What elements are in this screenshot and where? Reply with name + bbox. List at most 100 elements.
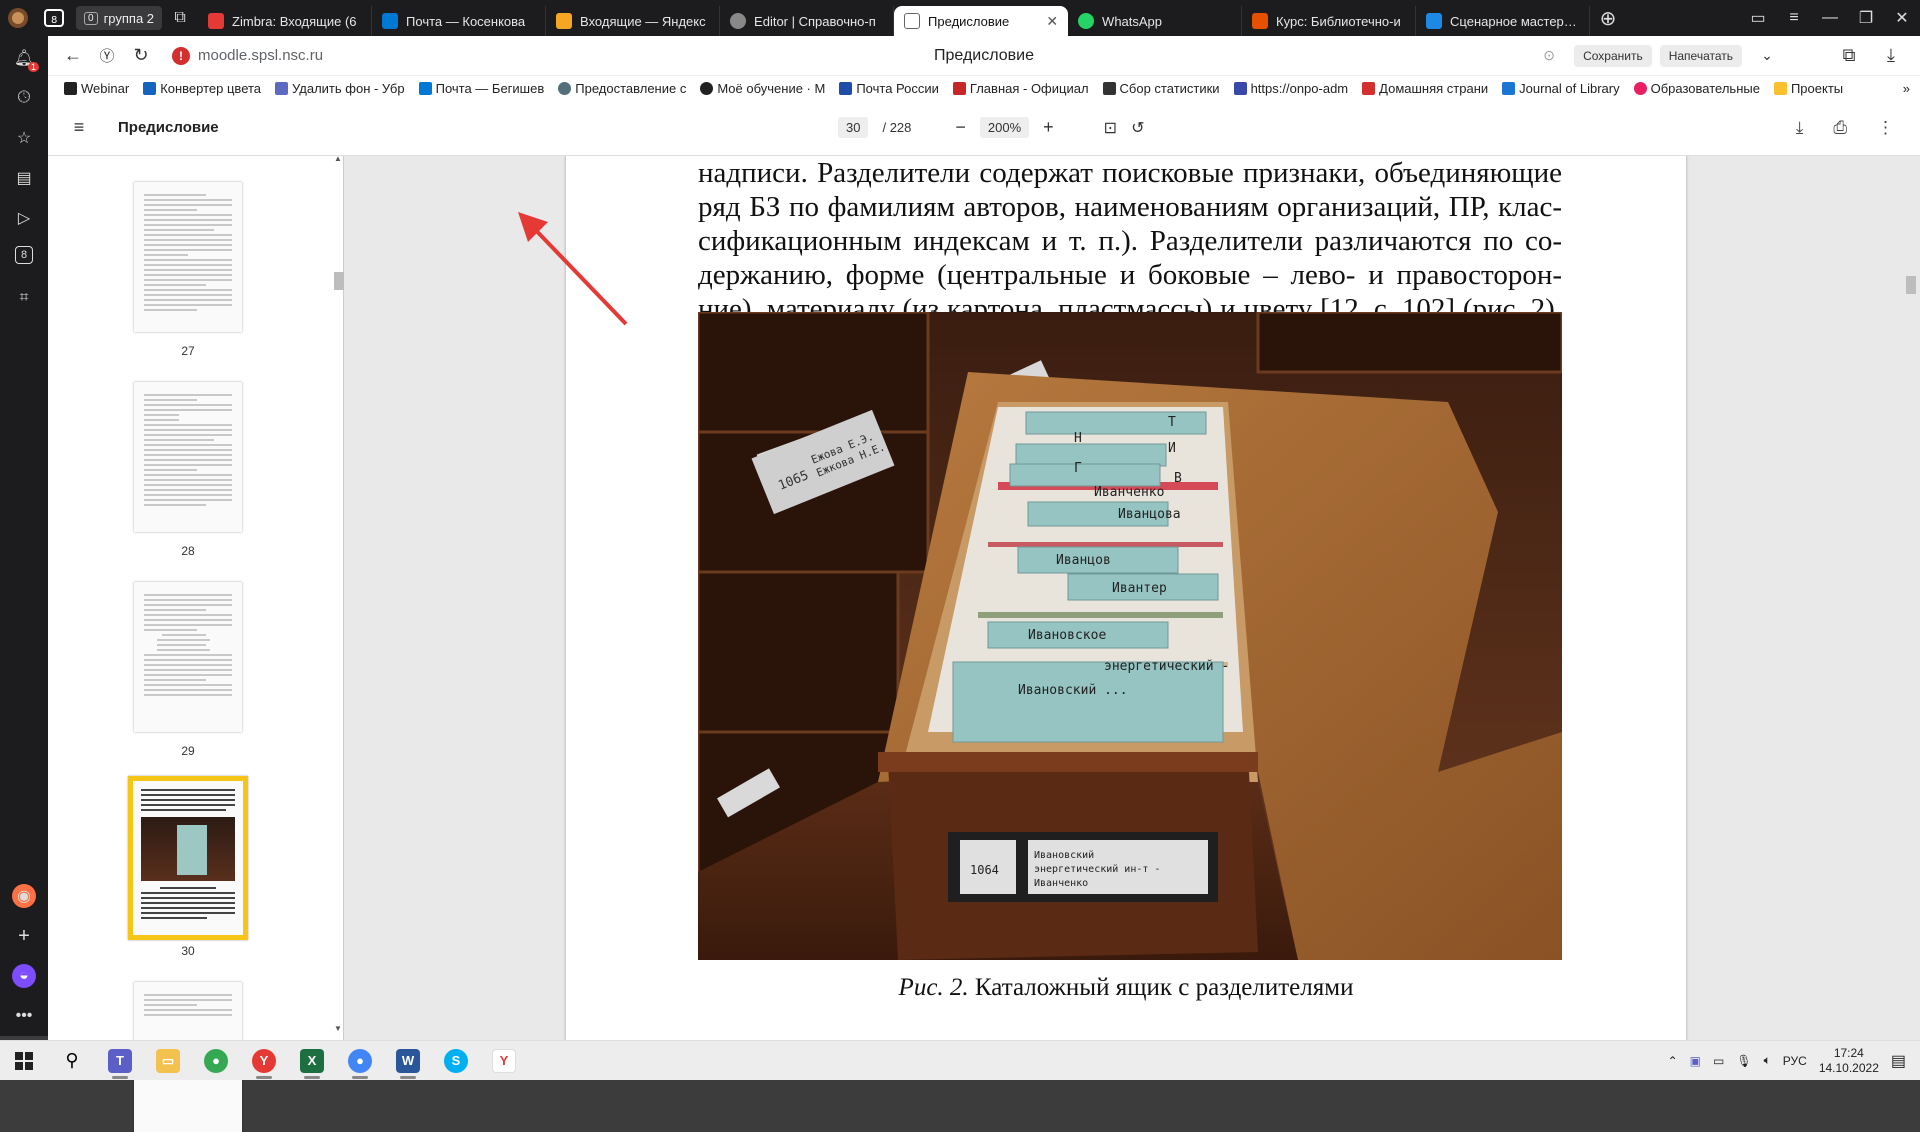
screenshot-icon[interactable]: ⌗ [12,286,36,310]
tab-switcher-icon[interactable]: 8 [36,0,72,36]
notifications-icon[interactable]: 🔔︎ 1 [12,46,39,72]
teams-tray-icon[interactable]: ▣ [1690,1054,1701,1068]
bookmarks-overflow-icon[interactable]: » [1903,81,1920,96]
thumbnail-scrollbar[interactable] [334,272,344,290]
bookmark-item[interactable]: Journal of Library [1502,81,1620,96]
tab-course[interactable]: Курс: Библиотечно-и [1242,6,1417,36]
minimize-icon[interactable]: — [1812,0,1848,36]
tab-scenario[interactable]: Сценарное мастерств [1416,6,1591,36]
excel-icon[interactable]: X [288,1041,336,1081]
document-scrollbar[interactable] [1906,276,1916,294]
fit-page-icon[interactable]: ⊡ [1104,118,1117,138]
bookmark-item[interactable]: Образовательные [1633,81,1760,96]
tab-yandex-mail[interactable]: Входящие — Яндекс [546,6,721,36]
bookmark-item[interactable]: Предоставление с [558,81,686,96]
divider-label: Н [1074,431,1082,446]
download-icon[interactable]: ⤓ [1796,118,1804,138]
bookmark-item[interactable]: Конвертер цвета [143,81,261,96]
clock[interactable]: 17:24 14.10.2022 [1819,1046,1879,1076]
start-button[interactable] [0,1041,48,1081]
close-tab-icon[interactable]: ✕ [1046,13,1058,30]
scroll-down-icon[interactable]: ▼ [334,1024,342,1033]
page-number-input[interactable]: 30 [838,117,869,138]
page-thumbnail[interactable] [134,582,242,732]
bookmark-item[interactable]: Почта России [839,81,939,96]
translate-icon[interactable]: ⊙ [1532,39,1566,73]
chrome-profile-icon[interactable]: ● [336,1041,384,1081]
chevron-down-icon[interactable]: ⌄ [1750,39,1784,73]
page-thumbnail[interactable] [134,382,242,532]
document-viewer[interactable]: надписи. Разделители содержат поисковые … [344,156,1920,1040]
yandex-icon[interactable]: Ⓨ [90,39,124,73]
thumbnail-photo [141,817,235,881]
new-tab-icon[interactable]: ⊕ [1590,0,1626,36]
save-button[interactable]: Сохранить [1574,44,1652,67]
tab-editor[interactable]: Editor | Справочно-п [720,6,895,36]
yandex-browser-icon[interactable]: Y [240,1041,288,1081]
tab-whatsapp[interactable]: WhatsApp [1068,6,1243,36]
zoom-level[interactable]: 200% [979,117,1030,138]
extensions-icon[interactable]: ⧉ [1832,39,1866,73]
hamburger-menu-icon[interactable]: ≡ [62,111,96,145]
restore-icon[interactable]: ❐ [1848,0,1884,36]
app-8-icon[interactable]: 8 [15,246,33,264]
language-indicator[interactable]: РУС [1783,1054,1807,1068]
print-button[interactable]: Напечатать [1659,44,1742,67]
bookmark-item[interactable]: Проекты [1773,81,1843,96]
chrome-icon[interactable]: ● [192,1041,240,1081]
zoom-out-icon[interactable]: − [955,117,966,138]
bookmark-item[interactable]: Почта — Бегишев [418,81,544,96]
bookmark-item[interactable]: Моё обучение · М [700,81,825,96]
scroll-up-icon[interactable]: ▲ [334,154,342,163]
print-icon[interactable]: ⎙ [1833,118,1847,138]
tab-group-chip[interactable]: 0 группа 2 [76,6,163,30]
file-explorer-icon[interactable]: ▭ [144,1041,192,1081]
chevron-up-icon[interactable]: ⌃ [1668,1054,1678,1068]
add-panel-icon[interactable]: + [12,924,36,948]
url-text[interactable]: moodle.spsl.nsc.ru [198,47,323,64]
microphone-icon[interactable]: 🎙︎ [1736,1054,1751,1068]
collections-icon[interactable]: ▤ [12,166,36,190]
divider-label: Иванченко [1094,485,1164,500]
alice-icon[interactable]: ◒ [12,964,36,988]
browser-logo-icon[interactable] [0,0,36,36]
bookmark-item[interactable]: Сбор статистики [1102,81,1220,96]
zoom-in-icon[interactable]: + [1043,117,1054,138]
action-center-icon[interactable]: ▤ [1891,1051,1906,1071]
bookmark-item[interactable]: Удалить фон - Убр [275,81,405,96]
rotate-icon[interactable]: ↺ [1131,118,1144,138]
tab-zimbra[interactable]: Zimbra: Входящие (6 [198,6,373,36]
word-icon[interactable]: W [384,1041,432,1081]
divider-label: Т [1168,415,1176,430]
history-icon[interactable]: 🕓︎ [12,86,36,110]
bookmark-item[interactable]: https://onpo-adm [1233,81,1348,96]
network-icon[interactable]: ▭ [1713,1054,1724,1068]
volume-icon[interactable]: 🔈︎ [1764,1053,1771,1068]
security-warning-icon[interactable]: ! [172,46,190,65]
tab-outlook[interactable]: Почта — Косенкова [372,6,547,36]
bookmark-item[interactable]: Домашняя страни [1362,81,1488,96]
skype-icon[interactable]: S [432,1041,480,1081]
music-icon[interactable]: ◉ [12,884,36,908]
favorites-icon[interactable]: ☆ [12,126,36,150]
back-icon[interactable]: ← [56,39,90,73]
menu-icon[interactable]: ≡ [1776,0,1812,36]
reload-icon[interactable]: ↻ [124,39,158,73]
more-options-icon[interactable]: ⋮ [1877,118,1894,138]
teams-icon[interactable]: T [96,1041,144,1081]
downloads-icon[interactable]: ⤓ [1874,39,1908,73]
video-icon[interactable]: ▷ [12,206,36,230]
tab-predislovie[interactable]: Предисловие ✕ [894,6,1069,36]
new-tab-group-icon[interactable]: ⧉ [162,0,198,36]
editor-favicon-icon [730,13,747,29]
bookmark-item[interactable]: Webinar [64,81,129,96]
bookmark-item[interactable]: Главная - Официал [952,81,1089,96]
bookmark-panel-icon[interactable]: ▭ [1740,0,1776,36]
more-icon[interactable]: ••• [12,1004,36,1028]
text-line: ряд БЗ по фамилиям авторов, наименования… [698,191,1562,223]
page-thumbnail-selected[interactable] [128,776,248,940]
close-window-icon[interactable]: ✕ [1884,0,1920,36]
page-thumbnail[interactable] [134,182,242,332]
search-icon[interactable]: ⚲ [48,1041,96,1081]
yandex-icon[interactable]: Y [480,1041,528,1081]
